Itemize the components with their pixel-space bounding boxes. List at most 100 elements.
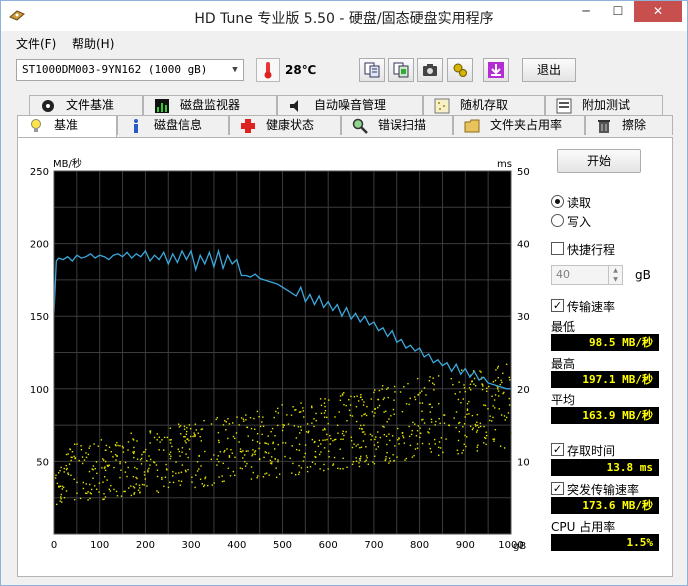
tab-disk-info[interactable]: 磁盘信息	[117, 115, 229, 135]
access-time-point	[254, 453, 256, 456]
write-radio[interactable]	[551, 214, 564, 227]
save-button[interactable]	[483, 58, 509, 82]
access-time-point	[366, 457, 368, 459]
access-time-point	[87, 499, 89, 501]
access-time-point	[479, 422, 482, 424]
tab-aam[interactable]: 自动噪音管理	[277, 95, 423, 115]
short-stroke-input[interactable]: 40 ▲ ▼	[551, 265, 623, 285]
access-time-point	[60, 496, 62, 498]
transfer-rate-checkbox[interactable]: ✓	[551, 299, 564, 312]
access-time-point	[78, 459, 80, 462]
start-button[interactable]: 开始	[557, 149, 641, 173]
access-time-point	[314, 463, 316, 465]
menu-help[interactable]: 帮助(H)	[72, 35, 114, 52]
access-time-point	[459, 421, 461, 424]
screenshot-button[interactable]	[417, 58, 443, 82]
close-button[interactable]: ✕	[634, 1, 682, 22]
access-time-point	[385, 456, 387, 458]
access-time-point	[194, 434, 196, 436]
access-time-point	[357, 400, 360, 402]
access-time-point	[178, 450, 181, 453]
tab-disk-monitor[interactable]: 磁盘监视器	[143, 95, 277, 115]
access-time-point	[489, 419, 491, 422]
exit-button[interactable]: 退出	[522, 58, 576, 82]
tab-erase[interactable]: 擦除	[585, 115, 673, 135]
access-time-point	[104, 469, 107, 472]
access-time-point	[74, 498, 76, 501]
maximize-button[interactable]: ☐	[603, 1, 633, 22]
access-time-point	[106, 479, 108, 481]
access-time-point	[180, 433, 182, 435]
access-time-point	[115, 490, 118, 493]
access-time-point	[454, 393, 456, 395]
access-time-point	[433, 389, 435, 391]
access-time-point	[253, 451, 256, 453]
access-time-point	[153, 461, 155, 463]
grid	[53, 170, 512, 535]
access-time-point	[297, 473, 300, 475]
access-time-point	[142, 451, 145, 453]
access-time-point	[419, 392, 421, 394]
access-time-point	[95, 461, 98, 463]
short-stroke-checkbox[interactable]	[551, 242, 564, 255]
read-radio[interactable]	[551, 195, 564, 208]
access-time-point	[183, 435, 185, 438]
copy-info-button[interactable]	[388, 58, 414, 82]
access-time-point	[319, 468, 321, 470]
access-time-point	[437, 375, 440, 377]
access-time-point	[416, 377, 419, 380]
title-bar[interactable]: HD Tune 专业版 5.50 - 硬盘/固态硬盘实用程序 ─ ☐ ✕	[1, 1, 687, 31]
copy-text-button[interactable]	[359, 58, 385, 82]
access-time-point	[270, 456, 273, 458]
access-time-point	[213, 482, 215, 484]
tab-error-scan[interactable]: 错误扫描	[341, 115, 453, 135]
tab-label: 随机存取	[460, 98, 509, 112]
access-time-point	[507, 412, 510, 414]
health-cross-icon	[241, 119, 255, 133]
tab-extra-tests[interactable]: 附加测试	[545, 95, 663, 115]
access-time-point	[159, 441, 161, 443]
access-time-point	[329, 435, 331, 437]
spin-down-icon[interactable]: ▼	[608, 275, 622, 284]
access-time-point	[420, 432, 422, 435]
drive-select[interactable]: ST1000DM003-9YN162 (1000 gB) ▼	[16, 59, 244, 81]
access-time-point	[258, 415, 260, 418]
access-time-point	[374, 408, 376, 410]
access-time-point	[457, 398, 460, 401]
options-button[interactable]	[447, 58, 473, 82]
tab-random-access[interactable]: 随机存取	[423, 95, 545, 115]
access-time-point	[348, 409, 351, 411]
access-time-point	[428, 428, 431, 430]
access-time-point	[61, 488, 64, 490]
spin-up-icon[interactable]: ▲	[608, 266, 622, 275]
access-time-point	[225, 421, 227, 423]
menu-file[interactable]: 文件(F)	[16, 35, 56, 52]
access-time-point	[479, 425, 482, 428]
chevron-down-icon[interactable]: ▼	[227, 60, 243, 80]
access-time-point	[104, 449, 107, 452]
access-time-point	[428, 379, 431, 382]
y-right-tick-label: 30	[517, 312, 530, 323]
access-time-point	[384, 459, 386, 462]
tab-label: 附加测试	[582, 98, 631, 112]
access-time-point	[405, 403, 408, 405]
access-time-point	[318, 439, 321, 442]
tab-folder-usage[interactable]: 文件夹占用率	[453, 115, 585, 135]
access-time-point	[56, 482, 59, 485]
access-time-point	[423, 422, 426, 424]
access-time-point	[468, 387, 471, 389]
access-time-point	[124, 471, 127, 473]
access-time-point	[341, 394, 344, 396]
tab-file-benchmark[interactable]: 文件基准	[29, 95, 143, 115]
access-time-point	[306, 423, 309, 425]
access-time-point	[268, 474, 270, 476]
burst-rate-checkbox[interactable]: ✓	[551, 482, 564, 495]
tab-benchmark[interactable]: 基准	[17, 115, 117, 137]
access-time-point	[304, 444, 307, 446]
access-time-point	[100, 439, 103, 441]
access-time-checkbox[interactable]: ✓	[551, 443, 564, 456]
minimize-button[interactable]: ─	[571, 1, 601, 22]
tab-health[interactable]: 健康状态	[229, 115, 341, 135]
access-time-point	[210, 423, 213, 425]
access-time-point	[181, 447, 184, 449]
